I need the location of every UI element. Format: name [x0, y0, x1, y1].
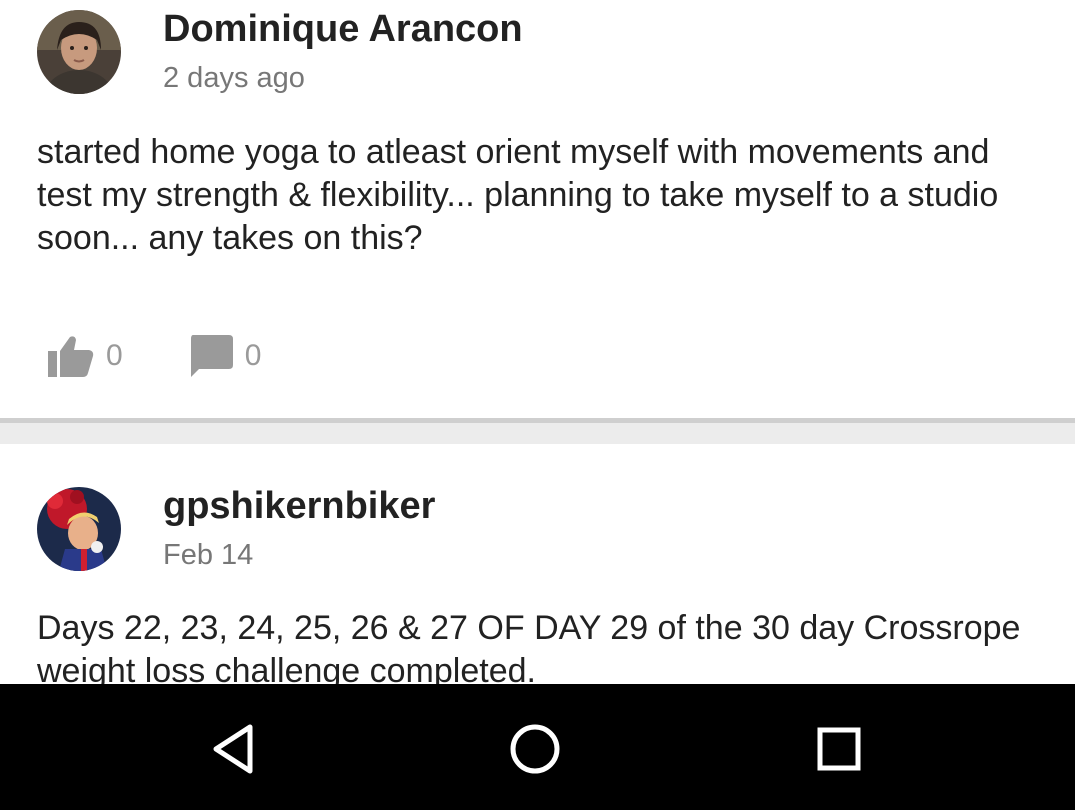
like-button[interactable]: 0: [48, 335, 123, 377]
back-button[interactable]: [202, 717, 266, 781]
author-name[interactable]: Dominique Arancon: [163, 8, 523, 51]
avatar[interactable]: [37, 487, 121, 571]
home-circle-icon: [503, 724, 567, 785]
comment-count: 0: [244, 339, 262, 372]
recents-square-icon: [807, 727, 871, 785]
post-timestamp: Feb 14: [163, 539, 254, 571]
post-body: started home yoga to atleast orient myse…: [37, 133, 999, 257]
comment-button[interactable]: 0: [189, 335, 262, 377]
post-timestamp: 2 days ago: [163, 62, 305, 94]
post-divider-band: [0, 423, 1075, 444]
system-navigation-bar: [0, 684, 1075, 810]
post-card[interactable]: Dominique Arancon 2 days ago started hom…: [0, 0, 1075, 418]
back-triangle-icon: [202, 724, 266, 785]
comment-bubble-icon: [189, 335, 233, 377]
post-feed[interactable]: Dominique Arancon 2 days ago started hom…: [0, 0, 1075, 684]
post-body: Days 22, 23, 24, 25, 26 & 27 OF DAY 29 o…: [37, 609, 1021, 684]
thumbs-up-icon: [48, 335, 94, 377]
post-card[interactable]: gpshikernbiker Feb 14 Days 22, 23, 24, 2…: [0, 444, 1075, 684]
like-count: 0: [106, 339, 123, 372]
home-button[interactable]: [503, 717, 567, 781]
recents-button[interactable]: [807, 717, 871, 781]
avatar[interactable]: [37, 10, 121, 94]
author-name[interactable]: gpshikernbiker: [163, 485, 435, 528]
post-actions: 0 0: [48, 334, 327, 378]
